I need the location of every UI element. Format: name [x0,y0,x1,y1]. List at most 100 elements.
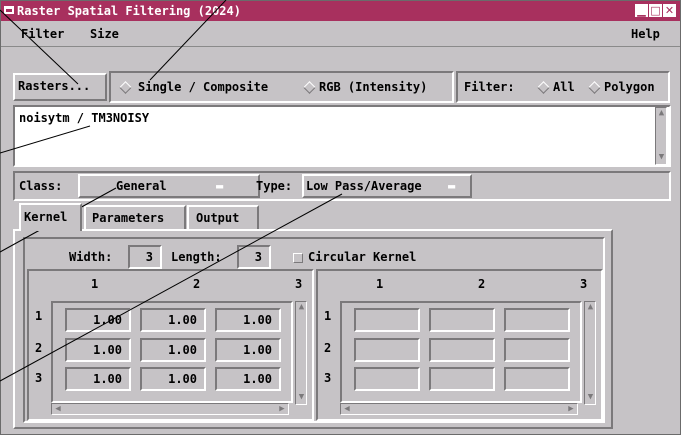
kernel-hscroll-left[interactable]: ◀ ▶ [51,403,289,415]
tab-output-label: Output [196,211,240,225]
scroll-left-icon[interactable]: ◀ [342,404,352,414]
scroll-left-icon[interactable]: ◀ [53,404,63,414]
kernel-cell[interactable]: 1.00 [140,367,206,391]
maximize-icon[interactable]: □ [649,4,662,17]
result-vscroll[interactable]: ▲ ▼ [584,301,596,405]
raster-list-scrollbar[interactable]: ▲ ▼ [655,107,667,165]
class-type-row: Class: General ▬ Type: Low Pass/Average … [13,171,671,201]
mode-radio-group: Single / Composite RGB (Intensity) [109,71,454,103]
kernel-cell[interactable]: 1.00 [215,338,281,362]
kernel-panel: Width: 3 Length: 3 Circular Kernel 1 2 3… [13,229,613,429]
filter-label: Filter: [464,80,515,94]
scroll-up-icon[interactable]: ▲ [586,303,595,313]
tab-parameters-label: Parameters [92,211,165,225]
result-grid [340,301,582,403]
col-header: 2 [478,277,486,291]
row-header: 3 [35,371,43,385]
kernel-cell[interactable]: 1.00 [140,338,206,362]
row-header: 2 [35,341,43,355]
menu-size[interactable]: Size [90,27,119,41]
result-cell [354,308,420,332]
scroll-up-icon[interactable]: ▲ [657,109,666,119]
col-header: 3 [580,277,588,291]
length-value: 3 [254,250,262,264]
filter-polygon-label[interactable]: Polygon [604,80,655,94]
menu-bar: Filter Size Help [1,21,680,47]
result-cell [354,338,420,362]
result-cell [429,367,495,391]
result-cell [504,338,570,362]
kernel-matrix-left: 1 2 3 1 2 3 1.00 1.00 1.00 1.00 1.00 1.0… [27,269,314,421]
kernel-vscroll-left[interactable]: ▲ ▼ [295,301,307,405]
scroll-right-icon[interactable]: ▶ [566,404,576,414]
type-dropdown[interactable]: Low Pass/Average ▬ [302,174,472,198]
title-bar: Raster Spatial Filtering (2024) ▁ □ ✕ [1,1,680,21]
tab-output[interactable]: Output [187,205,259,231]
scroll-down-icon[interactable]: ▼ [297,393,306,403]
result-cell [429,308,495,332]
row-header: 3 [324,371,332,385]
kernel-frame: Width: 3 Length: 3 Circular Kernel 1 2 3… [23,237,605,423]
minimize-icon[interactable]: ▁ [635,4,648,17]
col-header: 1 [91,277,99,291]
type-value: Low Pass/Average [306,179,422,193]
col-header: 2 [193,277,201,291]
scroll-down-icon[interactable]: ▼ [657,153,666,163]
kernel-cell[interactable]: 1.00 [215,367,281,391]
kernel-matrix-right: 1 2 3 1 2 3 ▲ ▼ ◀ ▶ [316,269,603,421]
kernel-cell[interactable]: 1.00 [65,338,131,362]
dropdown-icon: ▬ [216,179,224,193]
width-input[interactable]: 3 [128,245,162,269]
filter-all-radio[interactable] [537,81,550,94]
kernel-cell[interactable]: 1.00 [65,308,131,332]
menu-filter[interactable]: Filter [21,27,64,41]
tab-kernel[interactable]: Kernel [19,203,82,231]
scroll-up-icon[interactable]: ▲ [297,303,306,313]
single-composite-radio[interactable] [119,81,132,94]
circular-kernel-checkbox[interactable] [293,253,303,263]
raster-list-item[interactable]: noisytm / TM3NOISY [19,111,149,125]
type-label: Type: [256,179,293,193]
single-composite-label[interactable]: Single / Composite [138,80,268,94]
row-header: 1 [35,309,43,323]
class-dropdown[interactable]: General ▬ [78,174,260,198]
kernel-cell[interactable]: 1.00 [65,367,131,391]
window-title: Raster Spatial Filtering (2024) [17,4,241,18]
result-cell [354,367,420,391]
raster-list[interactable]: noisytm / TM3NOISY ▲ ▼ [13,105,671,167]
result-cell [504,367,570,391]
rasters-button-label: Rasters... [18,79,91,93]
kernel-cell[interactable]: 1.00 [140,308,206,332]
filter-radio-group: Filter: All Polygon [456,71,670,103]
filter-polygon-radio[interactable] [588,81,601,94]
kernel-cell[interactable]: 1.00 [215,308,281,332]
tab-kernel-label: Kernel [24,210,68,224]
result-cell [429,338,495,362]
circular-kernel-label[interactable]: Circular Kernel [308,250,416,264]
rgb-intensity-radio[interactable] [303,81,316,94]
col-header: 3 [295,277,303,291]
row-header: 1 [324,309,332,323]
row-header: 2 [324,341,332,355]
raster-spatial-filtering-window: Raster Spatial Filtering (2024) ▁ □ ✕ Fi… [0,0,681,435]
close-icon[interactable]: ✕ [663,4,676,17]
scroll-down-icon[interactable]: ▼ [586,393,595,403]
length-label: Length: [171,250,222,264]
rasters-button[interactable]: Rasters... [13,73,107,101]
tab-parameters[interactable]: Parameters [84,205,186,231]
width-value: 3 [145,250,153,264]
filter-all-label[interactable]: All [553,80,575,94]
result-cell [504,308,570,332]
col-header: 1 [376,277,384,291]
dropdown-icon: ▬ [448,179,456,193]
class-label: Class: [19,179,63,193]
class-value: General [116,179,167,193]
width-label: Width: [69,250,113,264]
rgb-intensity-label[interactable]: RGB (Intensity) [319,80,427,94]
window-menu-icon[interactable] [4,6,14,14]
menu-help[interactable]: Help [631,27,660,41]
kernel-grid: 1.00 1.00 1.00 1.00 1.00 1.00 1.00 1.00 … [51,301,293,403]
result-hscroll[interactable]: ◀ ▶ [340,403,578,415]
scroll-right-icon[interactable]: ▶ [277,404,287,414]
length-input[interactable]: 3 [237,245,271,269]
